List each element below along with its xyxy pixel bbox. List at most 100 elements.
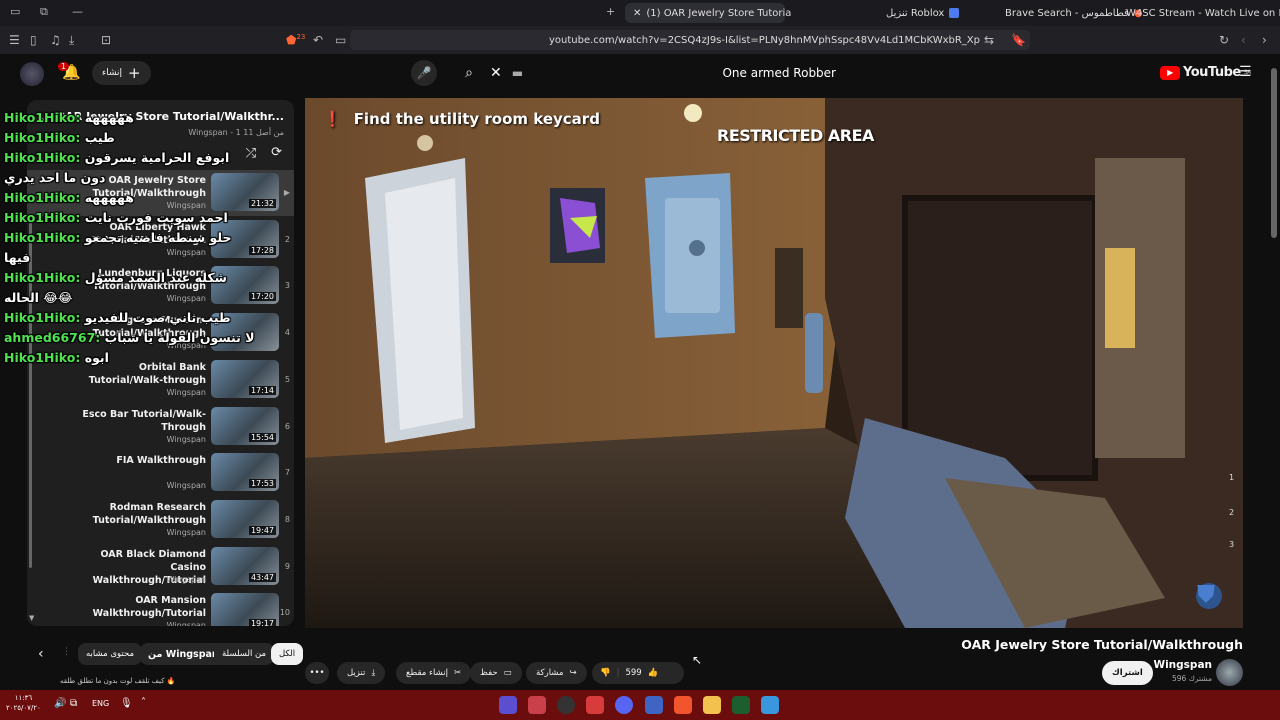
- playlist-item-channel: Wingspan: [166, 527, 206, 537]
- channel-name[interactable]: Wingspan: [1154, 659, 1213, 671]
- playlist-item-duration: 15:54: [248, 432, 276, 442]
- chat-username: Hiko1Hiko:: [4, 350, 81, 365]
- taskbar: ١١:٣٦ ٢٠٢٥/٠٧/٢٠ 🔊 ⧉ ENG 🎙 ˄: [0, 690, 1280, 720]
- next-video-preview[interactable]: كيف تلقف لوت بدون ما تطلق طلقه 🔥: [60, 677, 175, 685]
- save-button[interactable]: حفظ ▭: [470, 662, 522, 684]
- share-link-icon[interactable]: ⇆: [984, 33, 994, 47]
- menu-icon[interactable]: ☰: [9, 33, 20, 47]
- music-icon[interactable]: ♫: [50, 33, 61, 47]
- chat-username: Hiko1Hiko:: [4, 230, 81, 245]
- page-scrollbar[interactable]: [1270, 58, 1278, 686]
- chat-text: طيب: [84, 130, 115, 145]
- mouse-cursor-icon: ↖: [692, 653, 703, 667]
- file-explorer-icon[interactable]: [703, 696, 721, 714]
- like-dislike-group: 👎 | 599 👍: [592, 662, 684, 684]
- reload-icon[interactable]: ↻: [1219, 33, 1229, 47]
- keyboard-icon[interactable]: ▬: [512, 66, 523, 80]
- playlist-item-index: 5: [284, 374, 290, 384]
- bookmark-icon[interactable]: 🔖: [1011, 33, 1026, 47]
- tray-overflow-icon[interactable]: ˄: [141, 697, 146, 708]
- chat-username: Hiko1Hiko:: [4, 130, 81, 145]
- mic-icon[interactable]: 🎙: [120, 698, 133, 709]
- hud-slot-3: 3: [1229, 540, 1235, 549]
- discord-icon[interactable]: [615, 696, 633, 714]
- playlist-item-index: 3: [284, 281, 290, 291]
- scroll-down-icon[interactable]: ▼: [29, 614, 34, 622]
- back-icon[interactable]: ›: [1262, 33, 1267, 47]
- playlist-item[interactable]: OAR Mansion Walkthrough/Tutorial Wingspan…: [27, 590, 294, 626]
- app-icon-3[interactable]: [557, 696, 575, 714]
- loop-icon[interactable]: ⟳: [271, 145, 282, 160]
- app-icon-4[interactable]: [586, 696, 604, 714]
- playlist-item[interactable]: FIA Walkthrough Wingspan 17:53 7: [27, 450, 294, 496]
- app-icon-6[interactable]: [645, 696, 663, 714]
- hamburger-menu-icon[interactable]: ☰: [1239, 64, 1252, 80]
- download-button[interactable]: تنزيل ⤓: [337, 662, 386, 684]
- dislike-icon[interactable]: 👎: [600, 668, 611, 678]
- video-frame: [305, 98, 1243, 628]
- scroll-thumb[interactable]: [1271, 68, 1277, 238]
- chip-similar[interactable]: محتوى مشابه: [78, 643, 142, 665]
- volume-icon[interactable]: 🔊: [54, 698, 66, 709]
- chat-text: حلو سنطه فاصيه تجمعو: [84, 230, 232, 245]
- language-indicator[interactable]: ENG: [92, 699, 109, 708]
- hud-slot-2: 2: [1229, 508, 1235, 517]
- brave-icon[interactable]: [674, 696, 692, 714]
- screenshot-icon[interactable]: ⊡: [101, 33, 111, 47]
- avatar[interactable]: [20, 62, 44, 86]
- playlist-item[interactable]: OAR Black Diamond Casino Walkthrough/Tut…: [27, 544, 294, 590]
- close-icon[interactable]: ✕: [633, 8, 641, 19]
- start-icon[interactable]: [761, 696, 779, 714]
- like-icon[interactable]: 👍: [648, 668, 659, 678]
- clock[interactable]: ١١:٣٦ ٢٠٢٥/٠٧/٢٠: [6, 693, 41, 713]
- tab-groups-icon[interactable]: ⧉: [40, 5, 48, 19]
- video-player[interactable]: ❗ Find the utility room keycard RESTRICT…: [305, 98, 1243, 628]
- playlist-item-index: 8: [284, 514, 290, 524]
- app-icon-2[interactable]: [528, 696, 546, 714]
- tab-roblox[interactable]: تنزيل Roblox: [878, 3, 967, 23]
- save-playlist-icon: ▭: [503, 668, 512, 678]
- chat-message: دون ما احد يدري: [4, 168, 105, 188]
- chat-text: لا تنسون القولة يا شباب: [104, 330, 255, 345]
- brave-shield-icon[interactable]: ⬟23: [286, 33, 305, 47]
- terminal-icon[interactable]: [732, 696, 750, 714]
- chat-text: شكله عبد الصمد مسؤل: [84, 270, 227, 285]
- download-icon: ⤓: [371, 668, 376, 678]
- download-icon[interactable]: ⤓: [69, 33, 74, 48]
- back-history-icon[interactable]: ↶: [313, 33, 323, 47]
- forward-icon[interactable]: ‹: [1241, 33, 1246, 47]
- clip-button[interactable]: إنشاء مقطع ✂: [396, 662, 472, 684]
- shuffle-icon[interactable]: ⤮: [246, 146, 256, 161]
- subscribe-button[interactable]: اشتراك: [1102, 661, 1153, 685]
- create-button[interactable]: إنشاء +: [92, 61, 151, 85]
- more-actions-icon[interactable]: •••: [305, 662, 329, 684]
- tab-youtube[interactable]: ✕ (1) OAR Jewelry Store Tutoria: [625, 3, 791, 23]
- chip-all[interactable]: الكل: [271, 643, 304, 665]
- address-bar[interactable]: youtube.com/watch?v=2CSQ4zJ9s-I&list=PLN…: [350, 30, 1030, 50]
- share-button[interactable]: مشاركة ↪: [526, 662, 587, 684]
- playlist-item[interactable]: Esco Bar Tutorial/Walk-Through Wingspan 15…: [27, 404, 294, 450]
- new-tab-icon[interactable]: +: [606, 5, 615, 18]
- browser-tab-bar: ▭ ⧉ — + ✕ (1) OAR Jewelry Store Tutoria …: [0, 0, 1280, 26]
- sidebar-toggle-icon[interactable]: ▭: [10, 5, 20, 18]
- channel-avatar[interactable]: [1216, 659, 1243, 686]
- tab-kick[interactable]: W4SC Stream - Watch Live on Kick: [1118, 3, 1280, 23]
- reader-mode-icon[interactable]: ▭: [335, 33, 346, 47]
- playlist-item-index: 9: [284, 561, 290, 571]
- voice-search-icon[interactable]: 🎤: [411, 60, 437, 86]
- clear-search-icon[interactable]: ✕: [490, 65, 502, 81]
- chips-left-arrow-icon[interactable]: ‹: [38, 646, 44, 662]
- youtube-logo[interactable]: ▶ YouTube SA: [1160, 65, 1251, 80]
- sidebar-icon[interactable]: ▯: [30, 33, 37, 47]
- playlist-item[interactable]: Rodman Research Tutorial/Walkthrough Wing…: [27, 497, 294, 543]
- playlist-item-channel: Wingspan: [166, 434, 206, 444]
- app-icon-1[interactable]: [499, 696, 517, 714]
- network-icon[interactable]: ⧉: [70, 698, 77, 709]
- browser-toolbar: ☰ ▯ ♫ ⤓ ⊡ ⬟23 ↶ ▭ youtube.com/watch?v=2C…: [0, 26, 1280, 54]
- search-input[interactable]: ✕ ▬ One armed Robber: [490, 60, 850, 86]
- playlist-item-duration: 19:17: [248, 619, 276, 626]
- minimize-icon[interactable]: —: [72, 5, 83, 18]
- chip-from-series[interactable]: من السلسلة: [214, 643, 275, 665]
- search-icon[interactable]: ⌕: [456, 60, 482, 86]
- chat-username: Hiko1Hiko:: [4, 110, 81, 125]
